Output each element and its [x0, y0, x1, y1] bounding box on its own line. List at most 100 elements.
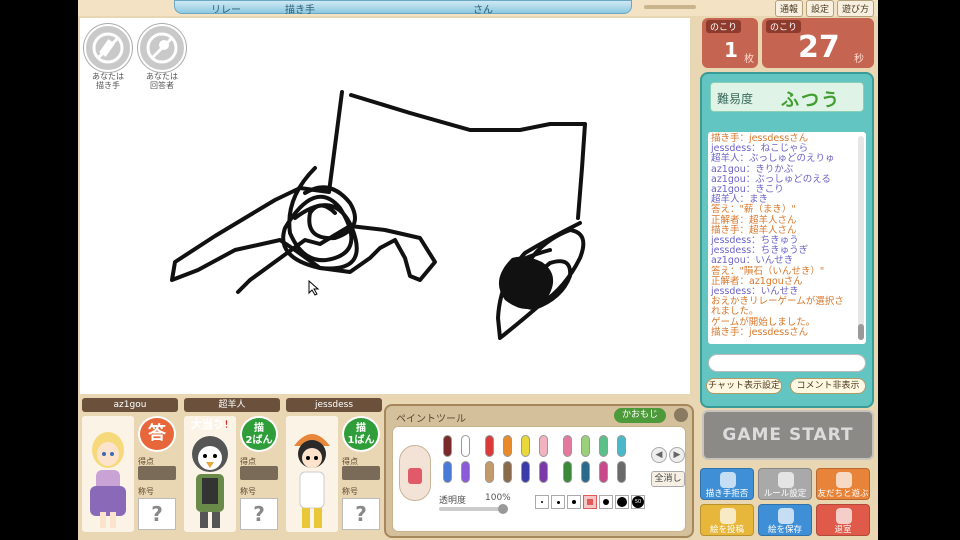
- sketch-drawing: [170, 90, 587, 340]
- pen-color[interactable]: [617, 461, 626, 483]
- pen-color[interactable]: [581, 461, 590, 483]
- volume-slider[interactable]: [644, 5, 696, 9]
- player-title-label: 称号: [240, 487, 256, 496]
- remaining-time-caption: のこり: [766, 20, 802, 33]
- brush-size-4[interactable]: [583, 495, 597, 509]
- chat-scroll-thumb[interactable]: [858, 324, 864, 340]
- eraser-icon: [408, 468, 422, 484]
- right-panel: のこり 1 枚 のこり 27 秒 難易度 ふつう 描き手：jessdessさん j…: [698, 18, 876, 540]
- player-title-unknown: ?: [240, 498, 278, 530]
- leave-room-button[interactable]: 退室: [816, 504, 870, 536]
- hide-comments-button[interactable]: コメント非表示: [790, 378, 866, 394]
- chat-message: 描き手：jessdessさん: [711, 326, 809, 338]
- pen-color[interactable]: [599, 461, 608, 483]
- pen-color[interactable]: [599, 435, 608, 457]
- pen-color[interactable]: [461, 435, 470, 457]
- pen-color[interactable]: [539, 435, 548, 457]
- player-avatar: [82, 416, 134, 532]
- top-buttons: 通報 設定 遊び方: [774, 0, 874, 17]
- chat-input[interactable]: [708, 354, 866, 372]
- rule-settings-button[interactable]: ルール設定: [758, 468, 812, 500]
- relay-label: リレー: [211, 5, 241, 16]
- brush-size-3[interactable]: [567, 495, 581, 509]
- drawing-canvas[interactable]: あなたは 描き手 あなたは 回答者: [80, 18, 690, 394]
- play-with-friends-button[interactable]: 友だちと遊ぶ: [816, 468, 870, 500]
- pen-color[interactable]: [521, 461, 530, 483]
- side-button-label: 絵を保存: [767, 525, 802, 535]
- paint-tool-title: ペイントツール: [396, 414, 466, 425]
- remaining-sheets-unit: 枚: [744, 54, 754, 65]
- clear-all-button[interactable]: 全消し: [651, 471, 685, 487]
- player-name: az1gou: [82, 398, 178, 412]
- pen-color[interactable]: [581, 435, 590, 457]
- eraser-tool[interactable]: [399, 445, 431, 501]
- chat-panel: 難易度 ふつう 描き手：jessdessさん jessdess：ねこじゃら 超羊人：…: [700, 72, 874, 408]
- arrow-right-icon[interactable]: ▶: [669, 447, 685, 463]
- chat-log[interactable]: 描き手：jessdessさん jessdess：ねこじゃら 超羊人：ぶっしゅどのえり…: [708, 132, 866, 344]
- difficulty-label: 難易度: [717, 92, 754, 106]
- difficulty-box: 難易度 ふつう: [710, 82, 864, 112]
- side-button-icon: [720, 472, 736, 488]
- pen-color[interactable]: [521, 435, 530, 457]
- pen-color[interactable]: [443, 461, 452, 483]
- settings-button[interactable]: 設定: [805, 0, 834, 17]
- side-button-icon: [778, 472, 794, 488]
- player-title-unknown: ?: [138, 498, 176, 530]
- remaining-sheets-caption: のこり: [706, 20, 742, 33]
- chat-scrollbar[interactable]: [858, 136, 864, 340]
- brush-size-max-label: 50: [632, 496, 644, 508]
- brush-size-6[interactable]: [615, 495, 629, 509]
- player-slot-3: jessdess 描 1ばん 得点 称号 ?: [286, 398, 382, 534]
- save-drawing-button[interactable]: 絵を保存: [758, 504, 812, 536]
- avatar-hat-girl-icon: [294, 434, 330, 528]
- player-name: jessdess: [286, 398, 382, 412]
- avatar-penguin-icon: [192, 436, 228, 528]
- drawer-label: 描き手: [285, 5, 315, 16]
- player-draw-order-badge: 描 2ばん: [240, 416, 278, 452]
- side-button-label: 友だちと遊ぶ: [817, 489, 869, 499]
- arrow-left-icon[interactable]: ◀: [651, 447, 667, 463]
- player-slot-2: 超羊人 大当り! 描 2ばん 得点 称号 ?: [184, 398, 280, 534]
- game-start-button[interactable]: GAME START: [702, 410, 874, 460]
- remaining-sheets-value: 1: [724, 38, 738, 62]
- pen-color[interactable]: [539, 461, 548, 483]
- post-drawing-button[interactable]: 絵を投稿: [700, 504, 754, 536]
- side-button-icon: [836, 508, 852, 524]
- how-to-play-button[interactable]: 遊び方: [836, 0, 874, 17]
- side-button-label: ルール設定: [763, 489, 807, 499]
- report-button[interactable]: 通報: [774, 0, 803, 17]
- mouse-cursor-icon: [308, 280, 320, 296]
- player-avatar: [184, 416, 236, 532]
- player-name: 超羊人: [184, 398, 280, 412]
- player-title-label: 称号: [138, 487, 154, 496]
- pen-color[interactable]: [443, 435, 452, 457]
- remaining-time: のこり 27 秒: [762, 18, 874, 68]
- side-button-icon: [720, 508, 736, 524]
- opacity-slider[interactable]: [439, 504, 508, 514]
- pen-color[interactable]: [503, 435, 512, 457]
- brush-size-max[interactable]: 50: [631, 495, 645, 509]
- paint-options-icon[interactable]: [674, 408, 688, 422]
- chat-lines: 描き手：jessdessさん jessdess：ねこじゃら 超羊人：ぶっしゅどのえり…: [711, 133, 854, 338]
- pen-color[interactable]: [485, 435, 494, 457]
- pen-color[interactable]: [461, 461, 470, 483]
- refuse-drawer-button[interactable]: 描き手拒否: [700, 468, 754, 500]
- kaomoji-button[interactable]: かおもじ: [614, 408, 666, 423]
- player-score: [240, 466, 278, 480]
- brush-size-5[interactable]: [599, 495, 613, 509]
- pen-color[interactable]: [563, 461, 572, 483]
- side-button-icon: [836, 472, 852, 488]
- remaining-time-unit: 秒: [854, 54, 864, 65]
- pen-color[interactable]: [485, 461, 494, 483]
- pen-color[interactable]: [617, 435, 626, 457]
- player-title-label: 称号: [342, 487, 358, 496]
- brush-size-1[interactable]: [535, 495, 549, 509]
- pen-color[interactable]: [503, 461, 512, 483]
- opacity-slider-handle[interactable]: [498, 504, 508, 514]
- player-score: [138, 466, 176, 480]
- brush-size-2[interactable]: [551, 495, 565, 509]
- status-strip: リレー 描き手 さん: [174, 0, 632, 16]
- chat-display-settings-button[interactable]: チャット表示設定: [706, 378, 782, 394]
- remaining-time-value: 27: [798, 30, 840, 65]
- pen-color[interactable]: [563, 435, 572, 457]
